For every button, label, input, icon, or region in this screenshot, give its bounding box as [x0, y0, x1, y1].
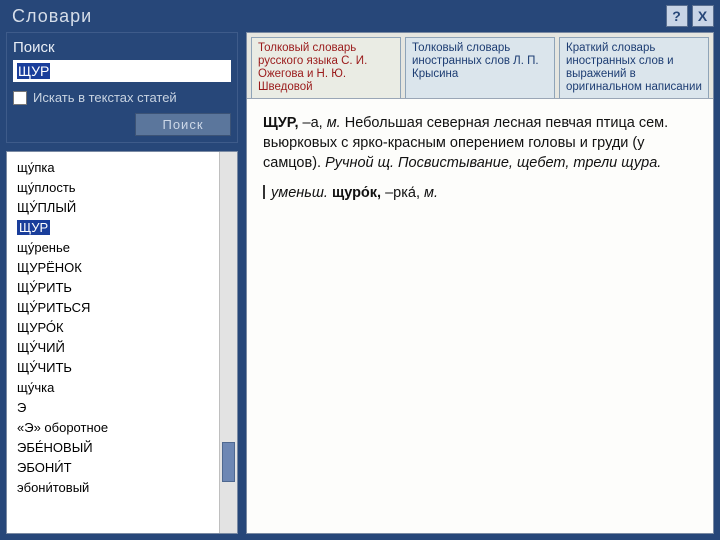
list-item[interactable]: эбони́товый	[17, 478, 215, 498]
dim-word: щуро́к,	[328, 185, 385, 201]
wordlist-panel: щу́пкащу́плостьЩУ́ПЛЫЙЩУРщу́реньеЩУРЁНОК…	[6, 151, 238, 534]
dictionary-tabs: Толковый словарь русского языка С. И. Ож…	[247, 33, 713, 99]
tab-dictionary-1[interactable]: Толковый словарь иностранных слов Л. П. …	[405, 37, 555, 98]
list-item[interactable]: ЩУ́ПЛЫЙ	[17, 198, 215, 218]
wordlist[interactable]: щу́пкащу́плостьЩУ́ПЛЫЙЩУРщу́реньеЩУРЁНОК…	[7, 152, 219, 533]
dim-gram: –рка́,	[385, 185, 424, 201]
help-button[interactable]: ?	[666, 5, 688, 27]
list-item[interactable]: Э	[17, 398, 215, 418]
list-item[interactable]: «Э» оборотное	[17, 418, 215, 438]
list-item[interactable]: щу́ренье	[17, 238, 215, 258]
sidebar: Поиск ЩУР Искать в текстах статей Поиск …	[6, 32, 238, 534]
close-button[interactable]: X	[692, 5, 714, 27]
article-definition: ЩУР, –а, м. Небольшая северная лесная пе…	[263, 113, 697, 173]
gram-info: –а,	[299, 115, 327, 131]
examples: Ручной щ. Посвистывание, щебет, трели щу…	[325, 155, 661, 171]
search-input-value: ЩУР	[17, 63, 50, 79]
separator-bar-icon	[263, 185, 265, 199]
list-item[interactable]: ЩУ́ЧИТЬ	[17, 358, 215, 378]
checkbox-label: Искать в текстах статей	[33, 90, 177, 105]
scrollbar[interactable]	[219, 152, 237, 533]
list-item[interactable]: ЩУРО́К	[17, 318, 215, 338]
search-input-wrap[interactable]: ЩУР	[13, 60, 231, 82]
dim-label: уменьш.	[271, 185, 328, 201]
body: Поиск ЩУР Искать в текстах статей Поиск …	[0, 32, 720, 540]
list-item[interactable]: ЭБОНИ́Т	[17, 458, 215, 478]
search-label: Поиск	[13, 39, 231, 56]
article-diminutive: уменьш. щуро́к, –рка́, м.	[263, 183, 697, 203]
list-item[interactable]: щу́плость	[17, 178, 215, 198]
search-input[interactable]: ЩУР	[15, 62, 229, 80]
list-item[interactable]: щу́чка	[17, 378, 215, 398]
search-panel: Поиск ЩУР Искать в текстах статей Поиск	[6, 32, 238, 143]
list-item[interactable]: щу́пка	[17, 158, 215, 178]
titlebar: Словари ? X	[0, 0, 720, 32]
list-item[interactable]: ЩУР	[17, 218, 215, 238]
main-panel: Толковый словарь русского языка С. И. Ож…	[246, 32, 714, 534]
window-title: Словари	[12, 6, 662, 27]
article: ЩУР, –а, м. Небольшая северная лесная пе…	[247, 99, 713, 533]
checkbox-icon[interactable]	[13, 91, 27, 105]
list-item[interactable]: ЩУ́РИТЬ	[17, 278, 215, 298]
app-window: Словари ? X Поиск ЩУР Искать в текстах с…	[0, 0, 720, 540]
dim-pos: м.	[424, 185, 438, 201]
search-in-texts-row[interactable]: Искать в текстах статей	[13, 90, 231, 105]
list-item[interactable]: ЭБЕ́НОВЫЙ	[17, 438, 215, 458]
tab-dictionary-2[interactable]: Краткий словарь иностранных слов и выраж…	[559, 37, 709, 98]
part-of-speech: м.	[327, 115, 341, 131]
scrollbar-thumb[interactable]	[222, 442, 235, 482]
list-item[interactable]: ЩУ́ЧИЙ	[17, 338, 215, 358]
tab-dictionary-0[interactable]: Толковый словарь русского языка С. И. Ож…	[251, 37, 401, 98]
list-item[interactable]: ЩУ́РИТЬСЯ	[17, 298, 215, 318]
list-item[interactable]: ЩУРЁНОК	[17, 258, 215, 278]
headword: ЩУР,	[263, 115, 299, 131]
search-button[interactable]: Поиск	[135, 113, 231, 136]
